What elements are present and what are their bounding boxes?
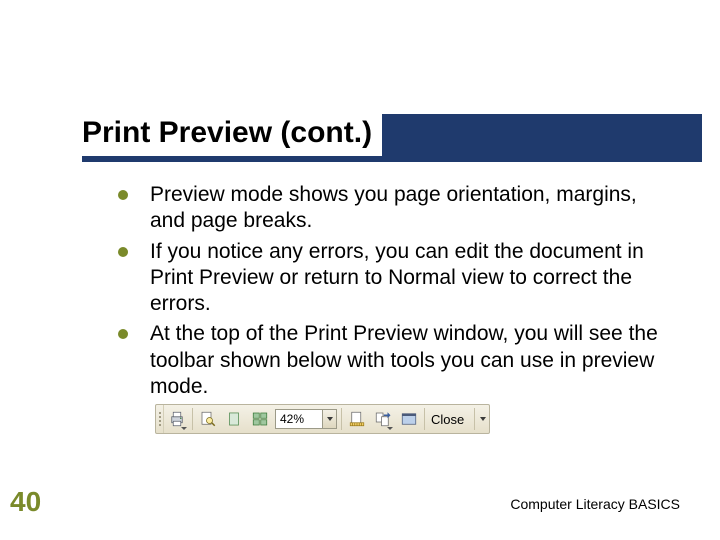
zoom-dropdown-button[interactable]: [323, 409, 337, 429]
toolbar-separator: [424, 408, 425, 430]
full-screen-button[interactable]: [396, 405, 422, 433]
bullet-icon: [118, 329, 128, 339]
magnifier-button[interactable]: [195, 405, 221, 433]
zoom-value[interactable]: 42%: [275, 409, 323, 429]
footer-text: Computer Literacy BASICS: [510, 496, 680, 512]
bullet-text: Preview mode shows you page orientation,…: [150, 182, 663, 235]
bullet-list: Preview mode shows you page orientation,…: [118, 182, 663, 404]
dropdown-caret-icon: [387, 427, 393, 430]
close-preview-button[interactable]: Close: [427, 405, 472, 433]
print-button[interactable]: [164, 405, 190, 433]
ruler-page-icon: [348, 410, 366, 428]
shrink-pages-icon: [374, 410, 392, 428]
close-label: Close: [431, 412, 464, 427]
one-page-icon: [225, 410, 243, 428]
title-area: Print Preview (cont.): [82, 110, 702, 168]
toolbar-overflow-button[interactable]: [477, 405, 489, 433]
toolbar-separator: [192, 408, 193, 430]
bullet-icon: [118, 247, 128, 257]
slide-title: Print Preview (cont.): [82, 110, 382, 156]
multi-page-button[interactable]: [247, 405, 273, 433]
magnifier-page-icon: [199, 410, 217, 428]
slide: Print Preview (cont.) Preview mode shows…: [0, 0, 720, 540]
list-item: At the top of the Print Preview window, …: [118, 321, 663, 400]
print-preview-toolbar: 42%: [155, 404, 490, 434]
page-number: 40: [10, 486, 41, 518]
printer-icon: [168, 410, 186, 428]
chevron-down-icon: [480, 417, 486, 421]
toolbar-separator: [474, 408, 475, 430]
toolbar-grip-icon[interactable]: [156, 405, 164, 433]
chevron-down-icon: [327, 417, 333, 421]
toolbar-separator: [341, 408, 342, 430]
ruler-button[interactable]: [344, 405, 370, 433]
list-item: If you notice any errors, you can edit t…: [118, 239, 663, 318]
zoom-selector[interactable]: 42%: [273, 405, 339, 433]
list-item: Preview mode shows you page orientation,…: [118, 182, 663, 235]
multi-page-icon: [251, 410, 269, 428]
dropdown-caret-icon: [181, 427, 187, 430]
shrink-to-fit-button[interactable]: [370, 405, 396, 433]
full-screen-icon: [400, 410, 418, 428]
one-page-button[interactable]: [221, 405, 247, 433]
bullet-icon: [118, 190, 128, 200]
bullet-text: If you notice any errors, you can edit t…: [150, 239, 663, 318]
bullet-text: At the top of the Print Preview window, …: [150, 321, 663, 400]
